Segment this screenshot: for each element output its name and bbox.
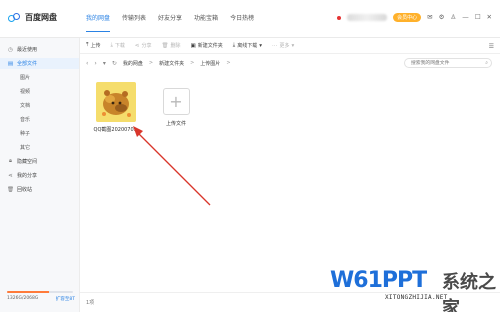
chevron-down-icon: ▾	[259, 42, 262, 49]
file-name[interactable]: QQ截图2020070...	[91, 126, 141, 133]
tab-hot-list[interactable]: 今日热榜	[224, 0, 260, 38]
sidebar-item-docs[interactable]: 文档	[0, 100, 79, 111]
sidebar-item-all-files[interactable]: ▤ 全部文件	[0, 58, 79, 69]
vip-center-button[interactable]: 会员中心	[393, 13, 422, 22]
tab-transfer-list[interactable]: 传输列表	[116, 0, 152, 38]
sidebar-item-my-shares[interactable]: ⋖ 我的分享	[0, 170, 79, 181]
upload-button[interactable]: ⤒ 上传	[86, 42, 100, 49]
sidebar-item-recycle-bin[interactable]: 🗑︎ 回收站	[0, 184, 79, 195]
settings-icon[interactable]: ⚙	[439, 14, 445, 21]
item-count: 1项	[86, 300, 95, 306]
plus-icon[interactable]: +	[162, 88, 190, 115]
file-grid: QQ截图2020070... + 上传文件	[80, 72, 500, 292]
refresh-icon[interactable]: ↻	[112, 60, 117, 67]
sidebar-item-recent[interactable]: ◷ 最近使用	[0, 44, 79, 55]
upload-file-tile[interactable]: + 上传文件	[151, 82, 201, 127]
breadcrumb-new-folder[interactable]: 新建文件夹	[159, 60, 184, 67]
shirt-icon[interactable]: ♙	[450, 14, 456, 21]
tab-toolbox[interactable]: 功能宝箱	[188, 0, 224, 38]
new-folder-label: 新建文件夹	[197, 43, 223, 49]
download-icon: ⤓	[232, 42, 236, 48]
expand-storage-link[interactable]: 扩容至8T	[56, 296, 75, 302]
search-input[interactable]	[404, 58, 492, 68]
sidebar-item-images[interactable]: 图片	[0, 72, 79, 83]
watermark-chinese: 系统之家	[442, 272, 496, 312]
upload-tile-label: 上传文件	[165, 121, 186, 127]
tab-friend-share[interactable]: 好友分享	[152, 0, 188, 38]
watermark-subtitle: XITONGZHIJIA.NET	[385, 294, 448, 301]
sidebar-item-label: 隐藏空间	[17, 159, 38, 165]
delete-label: 删除	[170, 43, 181, 49]
new-folder-button[interactable]: ▣ 新建文件夹	[190, 42, 223, 50]
tab-my-drive[interactable]: 我的网盘	[80, 0, 116, 38]
username-blurred[interactable]	[347, 14, 388, 21]
sidebar-item-label: 回收站	[17, 187, 33, 193]
site-watermark: W61PPT 系统之家 XITONGZHIJIA.NET	[330, 262, 500, 312]
lock-icon: 🔒︎	[9, 158, 12, 164]
offline-download-button[interactable]: ⤓ 离线下载 ▾	[233, 42, 262, 49]
cloud-logo-icon	[8, 12, 22, 23]
app-name: 百度网盘	[25, 13, 57, 22]
sidebar-item-label: 我的分享	[17, 173, 38, 179]
storage-quota: 1326G/2068G 扩容至8T	[7, 290, 75, 302]
search-icon[interactable]: ⌕	[485, 60, 488, 66]
quota-fill	[7, 290, 49, 293]
file-item[interactable]: QQ截图2020070...	[91, 82, 141, 133]
download-icon: ⤓	[110, 42, 113, 48]
top-bar: 百度网盘 我的网盘 传输列表 好友分享 功能宝箱 今日热榜 会员中心 ✉ ⚙ ♙…	[0, 0, 500, 38]
list-view-icon[interactable]: ☰	[489, 43, 494, 50]
sidebar-item-torrents[interactable]: 种子	[0, 128, 79, 139]
upload-label: 上传	[90, 43, 101, 49]
share-icon: ⋖	[8, 172, 13, 179]
app-logo[interactable]: 百度网盘	[8, 12, 57, 23]
sidebar-item-label: 最近使用	[17, 47, 38, 53]
history-dropdown-icon[interactable]: ▾	[103, 60, 106, 67]
more-button[interactable]: ⋯ 更多 ▾	[271, 42, 295, 50]
close-icon[interactable]: ✕	[487, 14, 492, 21]
forward-icon[interactable]: ›	[94, 60, 96, 67]
minimize-icon[interactable]: —	[462, 14, 469, 21]
sidebar: ◷ 最近使用 ▤ 全部文件 图片 视频 文档 音乐 种子 其它 🔒︎ 隐藏空间 …	[0, 38, 80, 312]
image-thumbnail-art	[96, 82, 136, 122]
quota-used-text: 1326G/2068G	[7, 296, 39, 301]
path-bar: ‹ › ▾ ↻ 我的网盘 > 新建文件夹 > 上传图片 > ⌕	[80, 55, 500, 71]
file-icon: ▤	[7, 60, 14, 67]
watermark-logo: W61PPT	[330, 268, 427, 293]
delete-button[interactable]: 🗑︎ 删除	[161, 42, 181, 50]
breadcrumb-separator: >	[226, 60, 231, 66]
maximize-icon[interactable]: ☐	[475, 14, 481, 21]
breadcrumb-upload-images[interactable]: 上传图片	[200, 60, 220, 67]
trash-icon: 🗑︎	[7, 186, 14, 193]
sidebar-item-music[interactable]: 音乐	[0, 114, 79, 125]
toolbar: ⤒ 上传 ⤓ 下载 ⋖ 分享 🗑︎ 删除 ▣ 新建文件夹 ⤓ 离线下载 ▾ ⋯ …	[80, 38, 500, 54]
more-label: 更多	[279, 43, 290, 49]
share-button[interactable]: ⋖ 分享	[134, 42, 152, 50]
mail-icon[interactable]: ✉	[427, 14, 432, 21]
offline-download-label: 离线下载	[237, 43, 258, 49]
clock-icon: ◷	[8, 46, 13, 53]
sidebar-item-videos[interactable]: 视频	[0, 86, 79, 97]
back-icon[interactable]: ‹	[86, 60, 88, 67]
sidebar-item-hidden-space[interactable]: 🔒︎ 隐藏空间	[0, 156, 79, 167]
breadcrumb-separator: >	[190, 60, 195, 66]
user-area: 会员中心 ✉ ⚙ ♙ — ☐ ✕	[337, 13, 492, 22]
sidebar-item-label: 全部文件	[17, 61, 38, 67]
share-label: 分享	[141, 43, 152, 49]
breadcrumb-my-drive[interactable]: 我的网盘	[123, 60, 143, 67]
avatar[interactable]	[337, 15, 342, 20]
download-button[interactable]: ⤓ 下载	[110, 42, 124, 49]
more-icon: ⋯	[271, 42, 278, 49]
chevron-down-icon: ▾	[291, 42, 295, 49]
quota-bar	[7, 290, 73, 293]
breadcrumb-separator: >	[148, 60, 154, 66]
main-nav: 我的网盘 传输列表 好友分享 功能宝箱 今日热榜	[80, 0, 260, 38]
trash-icon: 🗑︎	[161, 42, 169, 49]
upload-icon: ⤒	[86, 42, 89, 48]
image-thumbnail[interactable]	[96, 82, 136, 122]
sidebar-item-other[interactable]: 其它	[0, 142, 79, 153]
folder-plus-icon: ▣	[190, 42, 196, 49]
download-label: 下载	[114, 43, 125, 49]
share-icon: ⋖	[134, 42, 140, 49]
